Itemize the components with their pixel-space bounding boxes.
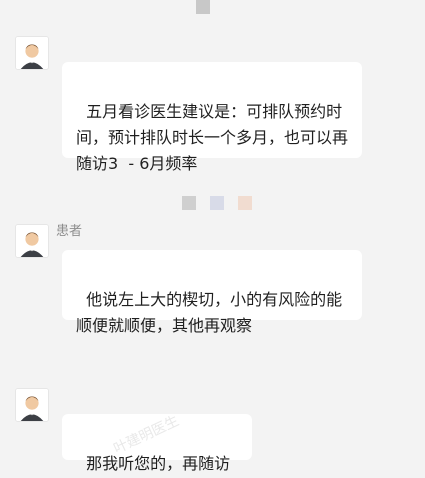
doctor-avatar-icon [16,37,48,69]
message-text: 那我听您的，再随访 [86,454,231,473]
message-text: 他说左上大的楔切，小的有风险的能顺便就顺便，其他再观察 [76,290,343,335]
sender-name: 患者 [56,224,83,239]
patient-avatar-icon [16,225,48,257]
media-thumbnail[interactable] [182,196,196,210]
message-bubble: 五月看诊医生建议是：可排队预约时间，预计排队时长一个多月，也可以再随访3 - 6… [62,62,362,173]
media-thumbnail[interactable] [210,196,224,210]
media-thumbnail[interactable] [238,196,252,210]
doctor-avatar-icon [16,389,48,421]
image-placeholder-chip [196,0,210,14]
message-text: 五月看诊医生建议是：可排队预约时间，预计排队时长一个多月，也可以再随访3 - 6… [76,102,349,173]
avatar[interactable] [15,388,49,422]
avatar[interactable] [15,36,49,70]
avatar[interactable] [15,224,49,258]
message-bubble: 他说左上大的楔切，小的有风险的能顺便就顺便，其他再观察 [62,250,362,335]
